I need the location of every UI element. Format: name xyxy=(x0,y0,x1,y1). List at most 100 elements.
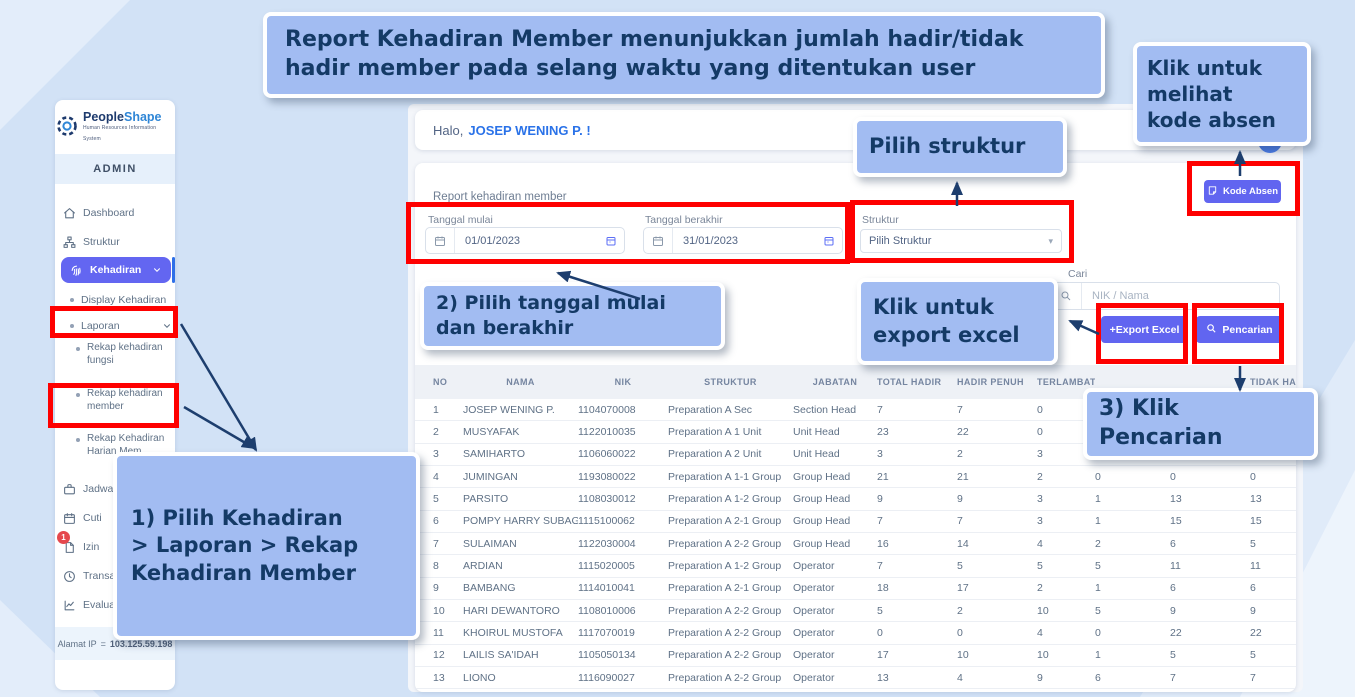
sidebar-item-dashboard[interactable]: Dashboard xyxy=(63,204,169,222)
end-date-value: 31/01/2023 xyxy=(673,235,816,247)
table-cell: 7 xyxy=(1250,667,1296,689)
table-header-total-hadir: TOTAL HADIR xyxy=(877,365,957,399)
sidebar-item-label: Izin xyxy=(83,541,99,553)
table-cell: Preparation A 2 Unit xyxy=(668,444,793,466)
start-date-value: 01/01/2023 xyxy=(455,235,598,247)
home-icon xyxy=(63,207,76,220)
table-cell: 6 xyxy=(1170,578,1250,600)
table-cell: POMPY HARRY SUBAGYO xyxy=(463,511,578,533)
sidebar-item-rekap-kehadiran-fungsi[interactable]: Rekap kehadiran fungsi xyxy=(76,342,176,372)
bullet-icon xyxy=(76,347,80,351)
fingerprint-icon xyxy=(70,264,83,277)
export-excel-button[interactable]: +Export Excel xyxy=(1101,316,1188,343)
username-link[interactable]: JOSEP WENING P. ! xyxy=(468,123,590,138)
sidebar-item-label: Rekap kehadiran fungsi xyxy=(87,342,176,367)
sidebar-item-label: Struktur xyxy=(83,236,120,248)
table-cell: 5 xyxy=(1095,600,1170,622)
end-date-input[interactable]: 31/01/2023 xyxy=(643,227,843,254)
table-cell: 15 xyxy=(1170,511,1250,533)
table-cell: 10 xyxy=(957,645,1037,667)
table-cell: Preparation A 2-2 Group xyxy=(668,622,793,644)
table-cell: Preparation A 2-2 Group xyxy=(668,667,793,689)
table-cell: 7 xyxy=(877,399,957,421)
table-cell: ARDIAN xyxy=(463,555,578,577)
pencarian-button[interactable]: Pencarian xyxy=(1196,316,1283,343)
table-cell: Preparation A Sec xyxy=(668,399,793,421)
sidebar-item-rekap-kehadiran-member[interactable]: Rekap kehadiran member xyxy=(76,388,176,418)
table-cell: Group Head xyxy=(793,466,877,488)
table-cell: 11 xyxy=(1170,555,1250,577)
table-cell: 5 xyxy=(1250,533,1296,555)
calendar-icon xyxy=(426,228,455,253)
table-cell: 5 xyxy=(1095,555,1170,577)
chart-icon xyxy=(63,599,76,612)
table-cell: 1106060022 xyxy=(578,444,668,466)
sidebar-item-label: Laporan xyxy=(81,320,120,332)
table-cell: 1115020005 xyxy=(578,555,668,577)
table-cell: Operator xyxy=(793,645,877,667)
table-cell: 17 xyxy=(957,578,1037,600)
struktur-select[interactable]: Pilih Struktur ▾ xyxy=(860,229,1062,253)
table-cell: 7 xyxy=(877,511,957,533)
table-cell: Preparation A 2-2 Group xyxy=(668,533,793,555)
table-header-jabatan: JABATAN xyxy=(793,365,877,399)
table-cell: 1 xyxy=(1095,488,1170,510)
callout-pencarian: 3) Klik Pencarian xyxy=(1083,388,1318,460)
table-cell: Preparation A 2-1 Group xyxy=(668,511,793,533)
table-cell: Operator xyxy=(793,555,877,577)
sidebar-item-label: Display Kehadiran xyxy=(81,294,166,306)
table-cell: Preparation A 1-2 Group xyxy=(668,555,793,577)
table-cell: 7 xyxy=(877,555,957,577)
table-cell-no: 2 xyxy=(415,421,463,443)
table-cell: 13 xyxy=(1250,488,1296,510)
table-cell: 13 xyxy=(877,667,957,689)
start-date-input[interactable]: 01/01/2023 xyxy=(425,227,625,254)
callout-tanggal: 2) Pilih tanggal mulai dan berakhir xyxy=(420,282,725,350)
table-cell: Preparation A 2-2 Group xyxy=(668,600,793,622)
table-cell: 9 xyxy=(957,488,1037,510)
table-cell: 3 xyxy=(1037,488,1095,510)
table-cell: 1193080022 xyxy=(578,466,668,488)
table-cell: 22 xyxy=(957,421,1037,443)
active-item-indicator xyxy=(172,257,175,283)
table-cell: 2 xyxy=(957,444,1037,466)
table-cell: BAMBANG xyxy=(463,578,578,600)
table-cell: 6 xyxy=(1095,667,1170,689)
caret-down-icon: ▾ xyxy=(1048,236,1053,247)
calendar-picker-icon[interactable] xyxy=(816,235,842,247)
table-cell: 2 xyxy=(957,600,1037,622)
table-cell: 9 xyxy=(877,488,957,510)
kode-absen-button[interactable]: Kode Absen xyxy=(1204,180,1281,203)
search-input[interactable]: NIK / Nama xyxy=(1050,282,1280,310)
sidebar-item-display-kehadiran[interactable]: Display Kehadiran xyxy=(70,291,172,309)
sidebar-item-struktur[interactable]: Struktur xyxy=(63,233,169,251)
calendar-picker-icon[interactable] xyxy=(598,235,624,247)
table-cell: 0 xyxy=(1170,466,1250,488)
table-cell: 18 xyxy=(877,578,957,600)
table-cell: 2 xyxy=(1037,578,1095,600)
table-cell: PARSITO xyxy=(463,488,578,510)
ip-value: 103.125.59.198 xyxy=(110,639,173,649)
sidebar-item-label: Dashboard xyxy=(83,207,134,219)
sidebar-item-kehadiran[interactable]: Kehadiran xyxy=(61,257,171,283)
table-cell: 1 xyxy=(1095,511,1170,533)
sidebar-item-laporan[interactable]: Laporan xyxy=(70,317,172,335)
table-cell: Section Head xyxy=(793,399,877,421)
table-cell: 15 xyxy=(1250,511,1296,533)
table-cell: 1 xyxy=(1095,645,1170,667)
table-cell: 21 xyxy=(877,466,957,488)
kode-absen-label: Kode Absen xyxy=(1223,186,1278,197)
table-cell: 1116090027 xyxy=(578,667,668,689)
search-placeholder: NIK / Nama xyxy=(1082,290,1279,302)
table-cell: 5 xyxy=(1170,645,1250,667)
table-cell: 21 xyxy=(957,466,1037,488)
table-cell: 5 xyxy=(957,555,1037,577)
ip-label: Alamat IP xyxy=(58,639,97,649)
table-cell: 9 xyxy=(1170,600,1250,622)
table-cell: 4 xyxy=(957,667,1037,689)
table-cell: 3 xyxy=(1037,511,1095,533)
table-cell: 1108030012 xyxy=(578,488,668,510)
table-cell-no: 13 xyxy=(415,667,463,689)
arrow-member-step1 xyxy=(184,407,254,448)
table-cell: 5 xyxy=(1250,645,1296,667)
